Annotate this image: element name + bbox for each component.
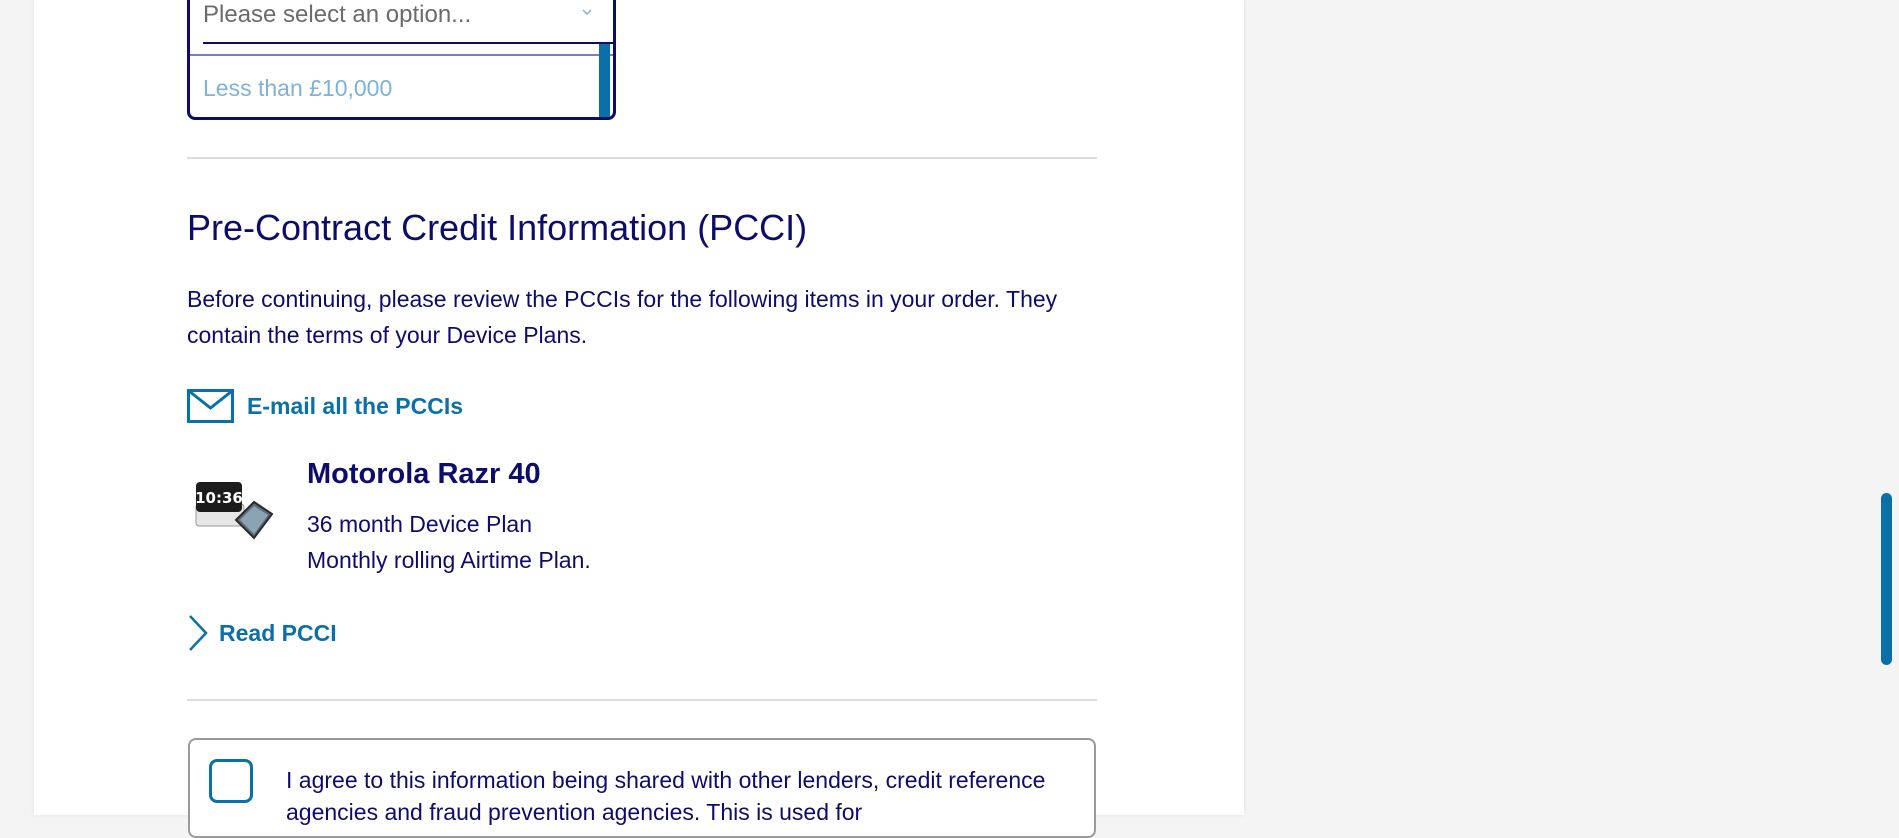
dropdown-option[interactable]: Less than £10,000 xyxy=(203,75,392,102)
checkout-panel: Please select an option... Less than £10… xyxy=(34,0,1244,838)
clock-display: 10:36 xyxy=(195,489,243,507)
email-pccis-link[interactable]: E-mail all the PCCIs xyxy=(187,388,463,424)
pcci-heading: Pre-Contract Credit Information (PCCI) xyxy=(187,207,808,248)
dropdown-divider xyxy=(190,54,613,56)
consent-checkbox[interactable] xyxy=(209,759,253,803)
chevron-down-icon[interactable] xyxy=(578,7,596,19)
consent-text: I agree to this information being shared… xyxy=(286,767,1046,825)
consent-box: I agree to this information being shared… xyxy=(188,738,1096,838)
read-pcci-label: Read PCCI xyxy=(219,619,337,646)
section-divider xyxy=(187,157,1097,159)
email-pccis-label: E-mail all the PCCIs xyxy=(247,392,464,419)
read-pcci-link[interactable]: Read PCCI xyxy=(187,614,337,652)
chevron-right-icon xyxy=(189,615,208,651)
dropdown-underline xyxy=(203,42,613,44)
product-image: 10:36 xyxy=(195,482,274,540)
page-scrollbar-thumb[interactable] xyxy=(1881,493,1892,665)
income-dropdown[interactable]: Please select an option... Less than £10… xyxy=(187,0,616,120)
section-divider xyxy=(187,699,1097,701)
dropdown-scrollbar[interactable] xyxy=(599,44,610,117)
airtime-plan-text: Monthly rolling Airtime Plan. xyxy=(307,547,591,573)
envelope-icon xyxy=(187,389,234,423)
dropdown-placeholder: Please select an option... xyxy=(203,1,472,28)
product-name: Motorola Razr 40 xyxy=(307,458,541,490)
pcci-intro-text: Before continuing, please review the PCC… xyxy=(187,286,1058,348)
device-plan-text: 36 month Device Plan xyxy=(307,511,533,537)
